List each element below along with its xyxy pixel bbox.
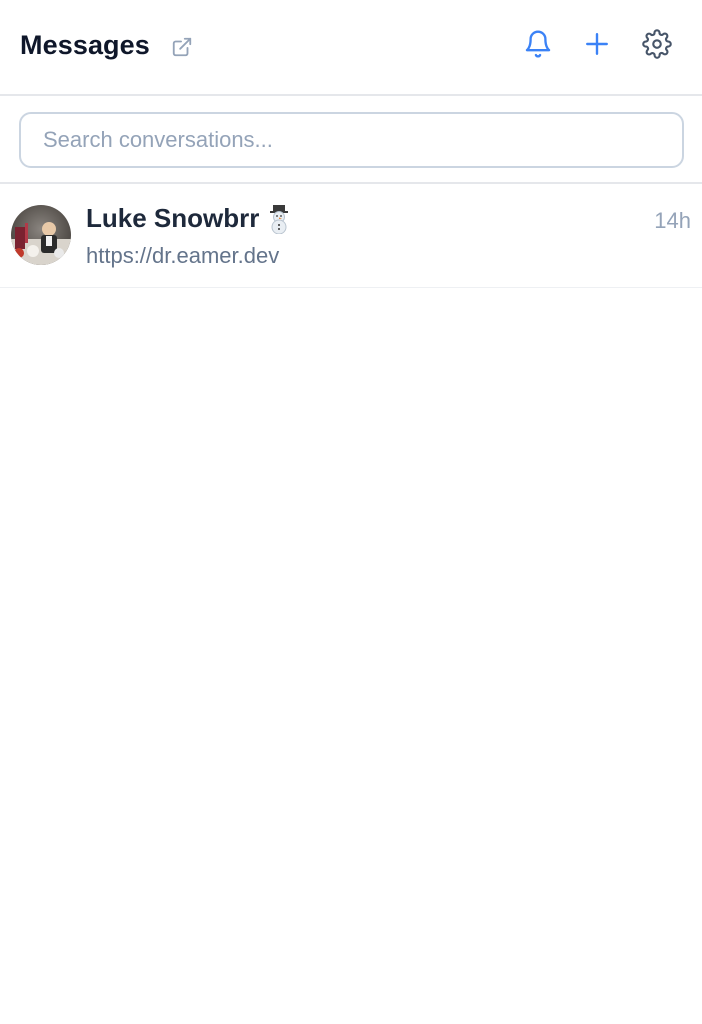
search-bar (0, 96, 702, 184)
settings-button[interactable] (639, 28, 675, 64)
conversation-time: 14h (654, 208, 691, 233)
plus-icon (584, 31, 610, 62)
gear-icon (642, 28, 672, 64)
search-input[interactable] (19, 112, 684, 168)
messages-header: Messages (0, 0, 702, 96)
messages-panel: Messages Search conversations... Luke Sn… (0, 0, 702, 1024)
external-link-icon[interactable] (171, 36, 193, 58)
contact-name: Luke Snowbrr (86, 203, 260, 233)
page-title: Messages (20, 30, 150, 60)
message-preview: https://dr.eamer.dev (86, 243, 280, 268)
bell-icon (523, 28, 553, 65)
conversation-title-row: Luke Snowbrr (86, 203, 293, 234)
new-message-button[interactable] (579, 28, 615, 64)
notifications-button[interactable] (520, 28, 556, 64)
avatar[interactable] (11, 205, 71, 265)
snowman-icon (265, 204, 293, 234)
conversation-item[interactable]: Luke Snowbrr 14h https://dr.eamer.dev (0, 186, 702, 288)
